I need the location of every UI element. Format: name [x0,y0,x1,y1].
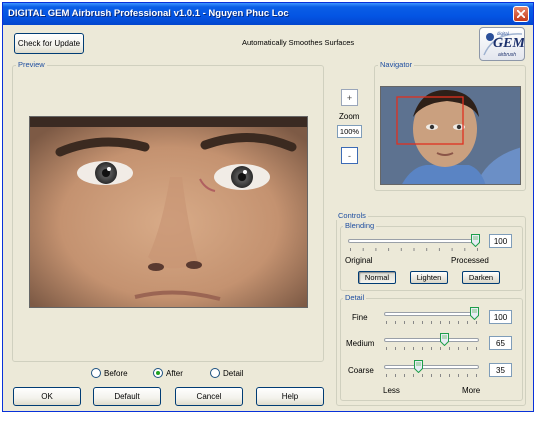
zoom-out-icon: - [348,150,351,161]
coarse-ticks [386,374,477,377]
gem-logo: digital GEM airbrush [479,27,525,61]
radio-before-label: Before [104,368,128,378]
blending-value[interactable]: 100 [489,234,512,248]
preview-image[interactable] [29,116,308,308]
fine-slider-thumb[interactable] [470,307,479,320]
controls-label: Controls [336,211,368,220]
medium-slider-thumb[interactable] [439,333,449,346]
medium-slider-track[interactable] [384,338,479,342]
logo-text: GEM [493,36,525,51]
zoom-in-button[interactable]: + [341,89,358,106]
medium-value[interactable]: 65 [489,336,512,350]
radio-after[interactable]: After [153,368,183,378]
zoom-value: 100% [337,125,362,138]
zoom-label: Zoom [339,112,360,121]
help-button[interactable]: Help [256,387,324,406]
blend-lighten-button[interactable]: Lighten [410,271,448,284]
logo-small-bottom: airbrush [498,52,517,58]
radio-before-dot[interactable] [91,368,101,378]
blending-ticks [350,248,478,251]
coarse-value[interactable]: 35 [489,363,512,377]
close-icon [517,10,525,18]
blend-darken-button[interactable]: Darken [462,271,500,284]
radio-detail-dot[interactable] [210,368,220,378]
radio-after-label: After [166,368,183,378]
medium-ticks [386,347,477,350]
cancel-button[interactable]: Cancel [175,387,243,406]
radio-after-dot[interactable] [153,368,163,378]
radio-detail[interactable]: Detail [210,368,243,378]
more-label: More [462,386,481,395]
zoom-in-icon: + [346,92,353,103]
fine-label: Fine [352,313,368,322]
zoom-out-button[interactable]: - [341,147,358,164]
coarse-label: Coarse [348,366,374,375]
header-subtitle: Automatically Smoothes Surfaces [242,38,355,47]
default-button[interactable]: Default [93,387,161,406]
less-label: Less [383,386,400,395]
radio-before[interactable]: Before [91,368,128,378]
medium-label: Medium [346,339,375,348]
preview-label: Preview [16,60,47,69]
title-bar[interactable]: DIGITAL GEM Airbrush Professional v1.0.1… [3,3,533,25]
blending-slider-thumb[interactable] [471,234,480,247]
close-button[interactable] [513,6,529,22]
coarse-slider-thumb[interactable] [414,360,424,373]
radio-detail-label: Detail [223,368,244,378]
blending-right-label: Processed [451,256,489,265]
blending-left-label: Original [345,256,373,265]
navigator-label: Navigator [378,60,415,69]
blending-slider-track[interactable] [348,239,480,243]
window-title: DIGITAL GEM Airbrush Professional v1.0.1… [8,8,289,19]
fine-ticks [386,321,477,324]
blend-normal-button[interactable]: Normal [358,271,396,284]
navigator-picture [381,87,520,184]
check-for-update-button[interactable]: Check for Update [14,33,84,54]
ok-button[interactable]: OK [13,387,81,406]
coarse-slider-track[interactable] [384,365,479,369]
face-preview-picture [30,117,307,307]
detail-label: Detail [343,293,367,302]
fine-value[interactable]: 100 [489,310,512,324]
navigator-image[interactable] [380,86,521,185]
fine-slider-track[interactable] [384,312,479,316]
blending-label: Blending [343,221,377,230]
